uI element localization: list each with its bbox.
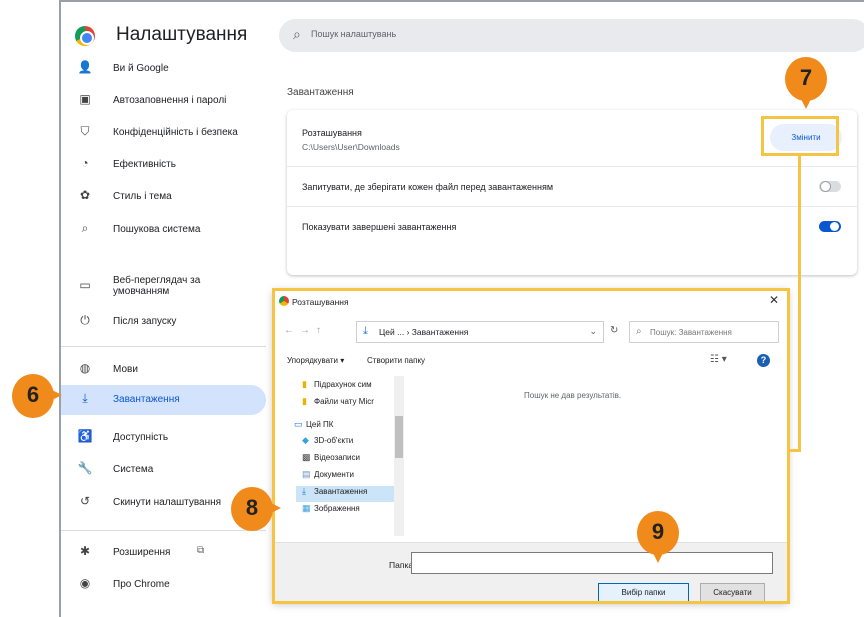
connector-line	[788, 449, 801, 452]
sidebar-item-you-and-google[interactable]: 👤 Ви й Google	[61, 54, 266, 84]
ask-toggle[interactable]	[819, 181, 841, 192]
puzzle-icon: ✱	[79, 544, 91, 558]
settings-search-input[interactable]: ⌕ Пошук налаштувань	[279, 19, 864, 52]
wrench-icon: 🔧	[77, 461, 93, 475]
sidebar-item-label: Доступність	[113, 432, 169, 443]
sidebar-item-search-engine[interactable]: ⌕ Пошукова система	[61, 215, 266, 245]
step-marker-6: 6	[12, 374, 62, 418]
search-icon: ⌕	[81, 221, 89, 235]
search-placeholder: Пошук налаштувань	[311, 29, 397, 39]
shield-icon: ⛉	[80, 124, 90, 138]
ask-label: Запитувати, де зберігати кожен файл пере…	[302, 182, 554, 192]
sidebar-item-on-startup[interactable]: ⏻ Після запуску	[61, 307, 266, 337]
sidebar-item-label: Ефективність	[113, 159, 176, 170]
globe-icon: ◍	[79, 361, 91, 375]
sidebar-item-label: Конфіденційність і безпека	[113, 127, 238, 138]
sidebar-item-appearance[interactable]: ✿ Стиль і тема	[61, 182, 266, 212]
step-marker-8: 8	[231, 487, 281, 531]
clipboard-icon: ▣	[79, 92, 91, 106]
sidebar-item-privacy[interactable]: ⛉ Конфіденційність і безпека	[61, 118, 266, 148]
sidebar-item-label: Завантаження	[113, 394, 180, 405]
sidebar-item-autofill[interactable]: ▣ Автозаповнення і паролі	[61, 86, 266, 116]
sidebar-item-extensions[interactable]: ✱ Розширення ⧉	[61, 538, 266, 568]
sidebar-item-system[interactable]: 🔧 Система	[61, 455, 266, 485]
sidebar-item-label: Пошукова система	[113, 224, 201, 235]
sidebar-item-label: Автозаповнення і паролі	[113, 95, 227, 106]
show-downloads-label: Показувати завершені завантаження	[302, 222, 457, 232]
page-title: Налаштування	[116, 24, 248, 45]
sidebar-item-label: Скинути налаштування	[113, 497, 222, 508]
connector-line	[798, 156, 801, 452]
power-icon: ⏻	[80, 313, 90, 327]
browser-icon: ▭	[79, 278, 91, 292]
location-path: C:\Users\User\Downloads	[302, 142, 400, 152]
accessibility-icon: ♿	[77, 429, 93, 443]
sidebar-item-about[interactable]: ◉ Про Chrome	[61, 570, 266, 600]
sidebar-item-languages[interactable]: ◍ Мови	[61, 355, 266, 385]
step-marker-9: 9	[637, 511, 679, 563]
person-icon: 👤	[77, 60, 93, 74]
sidebar-item-default-browser[interactable]: ▭ Веб-переглядач за умовчанням	[61, 272, 266, 302]
search-icon: ⌕	[293, 26, 301, 42]
sidebar-item-label: Ви й Google	[113, 63, 169, 74]
show-downloads-toggle[interactable]	[819, 221, 841, 232]
reset-icon: ↺	[79, 494, 91, 508]
sidebar-item-label: Про Chrome	[113, 579, 170, 590]
show-downloads-row: Показувати завершені завантаження	[287, 207, 857, 247]
palette-icon: ✿	[79, 188, 91, 202]
dialog-highlight-box	[272, 288, 790, 604]
speed-icon: ◔	[81, 156, 89, 170]
sidebar-item-label: Мови	[113, 364, 138, 375]
sidebar-item-label: Стиль і тема	[113, 191, 172, 202]
chrome-icon: ◉	[79, 576, 91, 590]
sidebar-item-label: Веб-переглядач за умовчанням	[113, 275, 201, 297]
download-icon: ⤓	[82, 391, 88, 405]
sidebar-item-accessibility[interactable]: ♿ Доступність	[61, 423, 266, 453]
chrome-logo-icon	[75, 26, 95, 46]
section-title: Завантаження	[287, 87, 354, 98]
toggle-knob	[830, 222, 839, 231]
sidebar-item-performance[interactable]: ◔ Ефективність	[61, 150, 266, 180]
toggle-knob	[821, 182, 830, 191]
sidebar-item-downloads[interactable]: ⤓ Завантаження	[61, 385, 266, 415]
sidebar-item-label: Після запуску	[113, 316, 177, 327]
step-marker-7: 7	[785, 57, 827, 109]
sidebar-divider	[61, 346, 266, 347]
external-link-icon: ⧉	[197, 545, 205, 556]
location-label: Розташування	[302, 128, 362, 138]
sidebar-item-label: Система	[113, 464, 154, 475]
sidebar-divider	[61, 530, 266, 531]
sidebar-item-label: Розширення	[113, 547, 171, 558]
ask-row: Запитувати, де зберігати кожен файл пере…	[287, 167, 857, 207]
change-button-highlight-box	[761, 116, 839, 156]
